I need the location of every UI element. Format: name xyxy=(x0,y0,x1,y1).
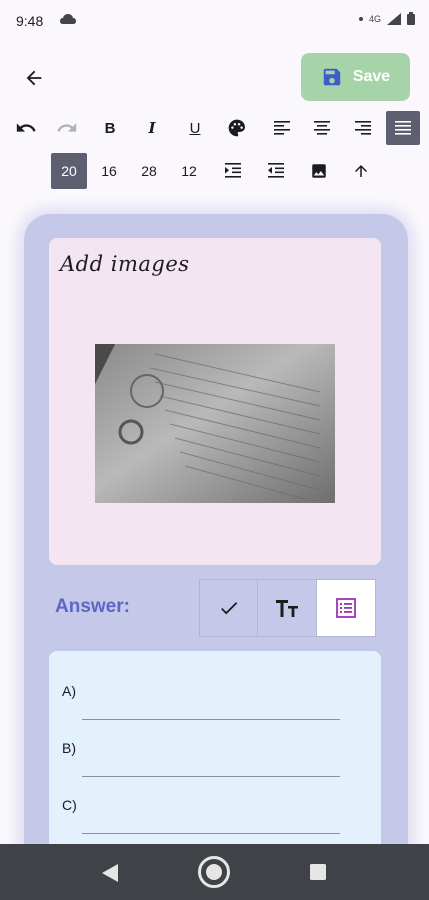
font-size-20[interactable]: 20 xyxy=(51,153,87,189)
align-right-button[interactable] xyxy=(346,111,380,145)
nav-back-icon[interactable] xyxy=(101,863,119,883)
option-input-c[interactable] xyxy=(82,833,340,834)
italic-glyph: I xyxy=(148,119,156,137)
option-input-b[interactable] xyxy=(82,776,340,777)
answer-mode-list[interactable] xyxy=(316,579,376,637)
align-left-icon xyxy=(274,121,290,135)
bold-button[interactable]: B xyxy=(93,111,127,145)
status-bar: 9:48 4G xyxy=(0,0,429,44)
list-icon xyxy=(336,598,356,618)
battery-icon xyxy=(407,12,415,25)
option-label-b: B) xyxy=(62,740,76,756)
indent-increase-icon xyxy=(225,163,241,178)
align-center-button[interactable] xyxy=(305,111,339,145)
indent-decrease-icon xyxy=(268,163,284,178)
question-image[interactable] xyxy=(95,344,335,503)
align-right-icon xyxy=(355,121,371,135)
check-icon xyxy=(220,602,237,615)
arrow-back-icon xyxy=(26,70,42,86)
arrow-up-icon xyxy=(355,165,367,177)
status-icons: 4G xyxy=(358,12,415,25)
answer-label: Answer: xyxy=(55,596,130,617)
photo-placeholder xyxy=(95,344,335,503)
align-left-button[interactable] xyxy=(265,111,299,145)
question-text[interactable]: Add images xyxy=(60,252,190,276)
signal-icon xyxy=(387,12,401,25)
system-nav-bar xyxy=(0,844,429,900)
font-size-12[interactable]: 12 xyxy=(171,153,207,189)
italic-button[interactable]: I xyxy=(135,111,169,145)
palette-icon xyxy=(228,119,245,137)
status-time: 9:48 xyxy=(16,13,44,29)
undo-icon xyxy=(16,123,36,132)
font-size-16[interactable]: 16 xyxy=(91,153,127,189)
option-label-a: A) xyxy=(62,683,76,699)
image-icon xyxy=(312,164,326,178)
save-button[interactable]: Save xyxy=(301,53,410,101)
color-button[interactable] xyxy=(220,111,254,145)
dot-icon xyxy=(358,16,363,21)
network-type: 4G xyxy=(368,13,381,24)
align-justify-icon xyxy=(395,121,411,135)
redo-button[interactable] xyxy=(50,111,84,145)
align-justify-button[interactable] xyxy=(386,111,420,145)
nav-recents-icon[interactable] xyxy=(309,863,327,881)
align-center-icon xyxy=(314,121,330,135)
redo-icon xyxy=(57,123,77,132)
floppy-disk-icon xyxy=(323,68,341,86)
answer-mode-check[interactable] xyxy=(199,579,258,637)
underline-button[interactable]: U xyxy=(178,111,212,145)
underline-glyph: U xyxy=(189,119,201,137)
bold-glyph: B xyxy=(104,119,116,137)
undo-button[interactable] xyxy=(9,111,43,145)
save-label: Save xyxy=(352,68,391,85)
indent-button[interactable] xyxy=(216,154,250,188)
font-size-28[interactable]: 28 xyxy=(131,153,167,189)
answer-mode-text[interactable] xyxy=(257,579,317,637)
option-input-a[interactable] xyxy=(82,719,340,720)
back-button[interactable] xyxy=(18,62,50,94)
outdent-button[interactable] xyxy=(259,154,293,188)
text-size-icon xyxy=(276,600,298,617)
move-up-button[interactable] xyxy=(344,154,378,188)
insert-image-button[interactable] xyxy=(302,154,336,188)
nav-home-icon[interactable] xyxy=(197,855,231,889)
option-label-c: C) xyxy=(62,797,77,813)
cloud-icon xyxy=(60,14,76,24)
